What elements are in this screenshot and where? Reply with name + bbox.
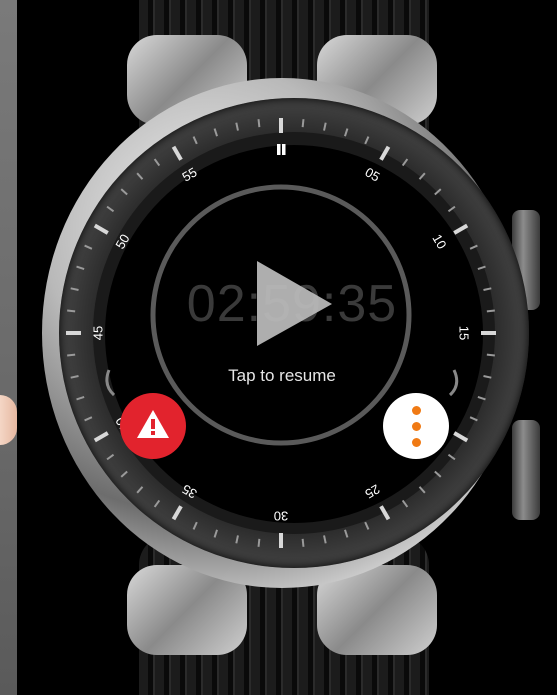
bezel-number: 05 bbox=[363, 164, 383, 184]
bezel-tick bbox=[171, 505, 183, 521]
bezel-tick bbox=[418, 486, 426, 494]
bezel-tick bbox=[447, 205, 456, 213]
bezel-tick bbox=[401, 499, 409, 508]
watch-photo-frame: 0510152025303540455055 02:59:35 Tap to r… bbox=[17, 0, 557, 695]
bezel-tick bbox=[477, 265, 486, 270]
bezel-tick bbox=[364, 136, 370, 145]
bezel-tick bbox=[153, 158, 161, 167]
alert-triangle-icon bbox=[137, 410, 169, 438]
bezel-tick bbox=[257, 119, 261, 128]
bezel-tick bbox=[120, 188, 128, 196]
bezel-tick bbox=[67, 309, 76, 313]
twelve-marker bbox=[277, 144, 286, 155]
bezel-tick bbox=[84, 244, 93, 250]
bezel-number: 35 bbox=[179, 481, 199, 501]
bezel-tick bbox=[469, 244, 478, 250]
bezel-tick bbox=[434, 188, 442, 196]
play-icon bbox=[257, 261, 332, 346]
bezel-tick bbox=[106, 453, 115, 461]
bezel-tick bbox=[453, 431, 469, 443]
bezel-tick bbox=[213, 128, 218, 137]
bezel-tick bbox=[93, 431, 109, 443]
side-arc-right bbox=[448, 369, 459, 397]
bezel-tick bbox=[434, 470, 442, 478]
side-arc-left bbox=[105, 369, 116, 397]
bezel-tick bbox=[447, 453, 456, 461]
bezel-tick bbox=[171, 145, 183, 161]
bezel-tick bbox=[192, 136, 198, 145]
bezel-tick bbox=[401, 158, 409, 167]
bezel-tick bbox=[483, 375, 492, 379]
bezel-tick bbox=[235, 535, 239, 544]
bezel-tick bbox=[323, 122, 327, 131]
bezel-tick bbox=[344, 529, 349, 538]
bezel-tick bbox=[136, 172, 144, 180]
bezel-tick bbox=[483, 287, 492, 291]
bezel-tick bbox=[213, 529, 218, 538]
bezel-tick bbox=[120, 470, 128, 478]
bezel-tick bbox=[344, 128, 349, 137]
bezel-tick bbox=[257, 538, 261, 547]
bezel-number: 45 bbox=[90, 326, 105, 340]
bezel-number: 15 bbox=[457, 326, 472, 340]
bezel-tick bbox=[235, 122, 239, 131]
bezel-tick bbox=[76, 265, 85, 270]
more-options-button[interactable] bbox=[383, 393, 449, 459]
alert-button[interactable] bbox=[120, 393, 186, 459]
bezel-tick bbox=[301, 119, 305, 128]
play-button[interactable] bbox=[154, 186, 412, 444]
bezel-tick bbox=[453, 223, 469, 235]
bezel-tick bbox=[93, 223, 109, 235]
bezel-tick bbox=[301, 538, 305, 547]
background-accent bbox=[0, 395, 17, 445]
bezel-tick bbox=[323, 535, 327, 544]
background-strip bbox=[0, 0, 17, 695]
bezel-tick bbox=[84, 416, 93, 422]
bezel-tick bbox=[486, 353, 495, 357]
bezel-tick bbox=[418, 172, 426, 180]
bezel-tick bbox=[477, 396, 486, 401]
bezel-tick bbox=[379, 505, 391, 521]
bezel-tick bbox=[469, 416, 478, 422]
bezel-tick bbox=[364, 521, 370, 530]
bezel-tick bbox=[70, 287, 79, 291]
bezel-tick bbox=[67, 353, 76, 357]
bezel-tick bbox=[136, 486, 144, 494]
bezel-tick bbox=[153, 499, 161, 508]
bezel-number: 10 bbox=[429, 231, 449, 251]
bezel-tick bbox=[486, 309, 495, 313]
bezel-number: 25 bbox=[363, 481, 383, 501]
bezel-tick bbox=[70, 375, 79, 379]
bezel-tick bbox=[379, 145, 391, 161]
bezel-tick bbox=[76, 396, 85, 401]
bezel-number: 30 bbox=[274, 509, 288, 524]
bezel-tick bbox=[106, 205, 115, 213]
tap-to-resume-label: Tap to resume bbox=[228, 366, 336, 385]
bezel-number: 50 bbox=[112, 231, 132, 251]
bezel-tick bbox=[192, 521, 198, 530]
bezel-number: 55 bbox=[179, 164, 199, 184]
